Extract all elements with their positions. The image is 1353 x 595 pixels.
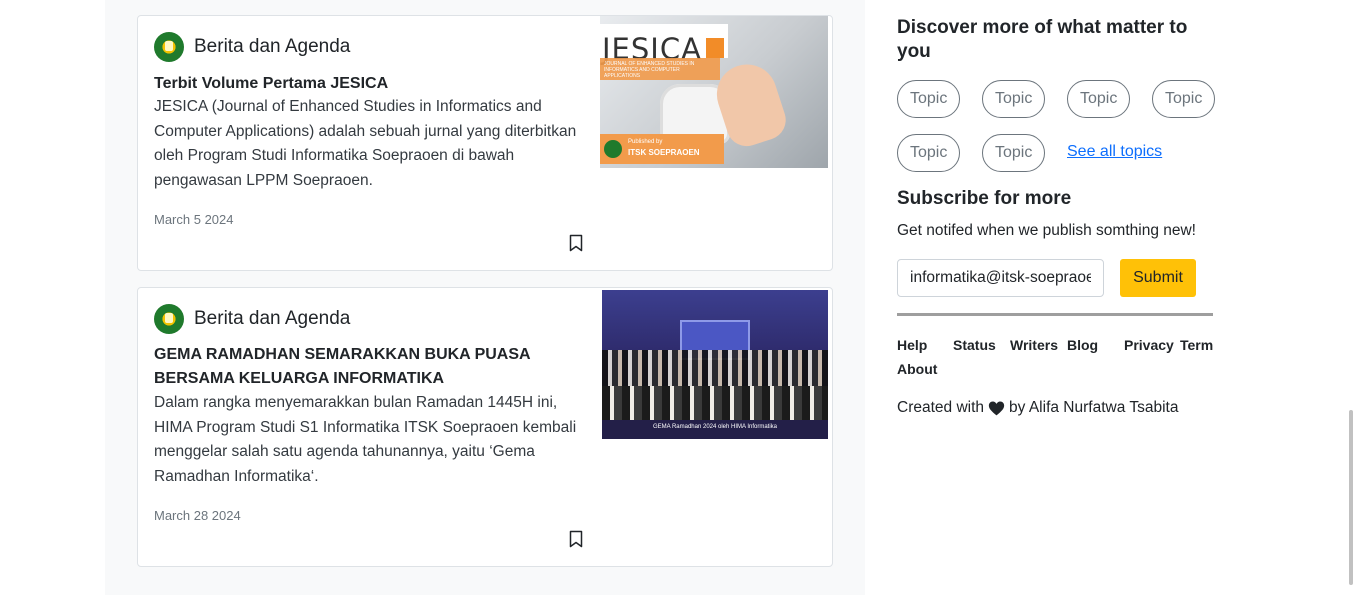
university-logo-icon xyxy=(154,304,184,334)
footer-link-writers[interactable]: Writers xyxy=(1010,337,1058,353)
posts-column: Berita dan Agenda Terbit Volume Pertama … xyxy=(105,0,865,595)
heart-icon xyxy=(988,400,1005,415)
post-category[interactable]: Berita dan Agenda xyxy=(154,304,350,334)
footer-link-term[interactable]: Term xyxy=(1180,337,1213,353)
topic-pill[interactable]: Topic xyxy=(982,134,1046,172)
post-date: March 28 2024 xyxy=(154,508,241,523)
email-input[interactable] xyxy=(897,259,1104,297)
topic-pill[interactable]: Topic xyxy=(897,134,961,172)
publisher-name: ITSK SOEPRAOEN xyxy=(628,148,700,157)
post-thumbnail[interactable]: JESICA JOURNAL OF ENHANCED STUDIES IN IN… xyxy=(600,16,828,168)
bookmark-icon[interactable] xyxy=(569,530,583,548)
topic-pill[interactable]: Topic xyxy=(1067,80,1131,118)
footer-divider xyxy=(897,313,1213,316)
created-prefix: Created with xyxy=(897,399,985,416)
post-title[interactable]: GEMA RAMADHAN SEMARAKKAN BUKA PUASA BERS… xyxy=(154,343,574,391)
topic-pill[interactable]: Topic xyxy=(1152,80,1216,118)
post-thumbnail[interactable]: GEMA Ramadhan 2024 oleh HIMA Informatika xyxy=(602,290,828,439)
footer-link-status[interactable]: Status xyxy=(953,337,996,353)
bookmark-icon[interactable] xyxy=(569,234,583,252)
footer-link-help[interactable]: Help xyxy=(897,337,927,353)
publisher-logo-icon xyxy=(604,140,622,158)
footer-link-privacy[interactable]: Privacy xyxy=(1124,337,1174,353)
jesica-mark-icon xyxy=(706,38,724,58)
footer-link-blog[interactable]: Blog xyxy=(1067,337,1098,353)
journal-subtitle: JOURNAL OF ENHANCED STUDIES IN INFORMATI… xyxy=(604,61,695,79)
submit-button[interactable]: Submit xyxy=(1120,259,1196,297)
subscribe-description: Get notifed when we publish somthing new… xyxy=(897,222,1196,239)
see-all-topics-link[interactable]: See all topics xyxy=(1067,143,1162,161)
thumbnail-caption: GEMA Ramadhan 2024 oleh HIMA Informatika xyxy=(602,420,828,439)
topic-pill[interactable]: Topic xyxy=(982,80,1046,118)
publisher-badge: Published by ITSK SOEPRAOEN xyxy=(600,134,724,164)
category-label: Berita dan Agenda xyxy=(194,308,351,329)
published-by-label: Published by xyxy=(628,139,663,145)
post-card[interactable]: Berita dan Agenda GEMA RAMADHAN SEMARAKK… xyxy=(137,287,833,567)
category-label: Berita dan Agenda xyxy=(194,36,351,57)
post-title[interactable]: Terbit Volume Pertama JESICA xyxy=(154,72,574,96)
created-suffix: by Alifa Nurfatwa Tsabita xyxy=(1009,399,1179,416)
post-category[interactable]: Berita dan Agenda xyxy=(154,32,350,62)
scrollbar[interactable] xyxy=(1349,410,1353,585)
post-excerpt: Dalam rangka menyemarakkan bulan Ramadan… xyxy=(154,394,577,485)
post-excerpt: JESICA (Journal of Enhanced Studies in I… xyxy=(154,98,577,189)
discover-title: Discover more of what matter to you xyxy=(897,17,1188,62)
topic-pill[interactable]: Topic xyxy=(897,80,961,118)
jesica-logo: JESICA xyxy=(600,24,728,66)
crowd-front-row-image xyxy=(602,386,828,422)
footer-link-about[interactable]: About xyxy=(897,361,937,377)
post-card[interactable]: Berita dan Agenda Terbit Volume Pertama … xyxy=(137,15,833,271)
post-date: March 5 2024 xyxy=(154,212,234,227)
page: Berita dan Agenda Terbit Volume Pertama … xyxy=(0,0,1353,595)
subscribe-title: Subscribe for more xyxy=(897,188,1072,209)
journal-subtitle-band: JOURNAL OF ENHANCED STUDIES IN INFORMATI… xyxy=(600,58,720,80)
university-logo-icon xyxy=(154,32,184,62)
created-credit: Created with by Alifa Nurfatwa Tsabita xyxy=(897,399,1178,417)
